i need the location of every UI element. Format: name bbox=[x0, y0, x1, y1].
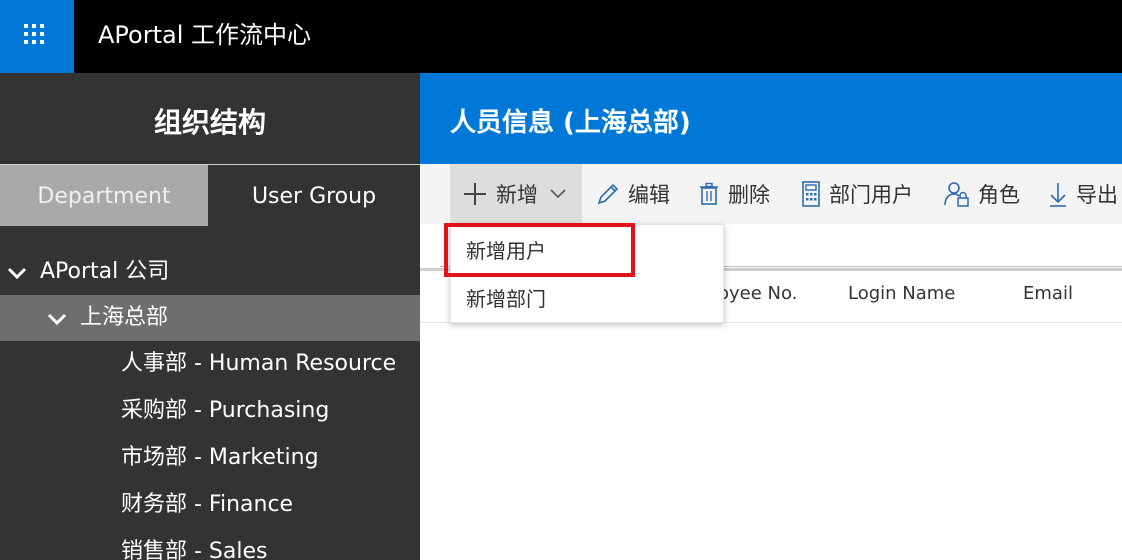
chevron-down-icon bbox=[550, 189, 566, 199]
chevron-down-icon[interactable] bbox=[6, 262, 28, 284]
tree-item-company[interactable]: APortal 公司 bbox=[0, 249, 420, 295]
new-button-label: 新增 bbox=[496, 183, 538, 207]
tree-item-label: APortal 公司 bbox=[40, 259, 170, 284]
edit-button-label: 编辑 bbox=[628, 183, 670, 207]
toolbar: 新增 编辑 删除 部门用户 角色 导出 bbox=[420, 164, 1122, 224]
dept-users-button[interactable]: 部门用户 bbox=[801, 164, 913, 224]
tree-item-label: 财务部 - Finance bbox=[121, 492, 294, 517]
highlight-box bbox=[444, 223, 635, 277]
tab-department[interactable]: Department bbox=[0, 165, 208, 226]
new-button[interactable]: 新增 bbox=[450, 164, 582, 224]
waffle-icon bbox=[24, 24, 48, 48]
tree-item-label: 人事部 - Human Resource bbox=[121, 351, 397, 376]
main-header: 人员信息 (上海总部) bbox=[420, 73, 1122, 164]
tab-user-group[interactable]: User Group bbox=[208, 165, 420, 226]
menu-item-new-department[interactable]: 新增部门 bbox=[451, 275, 723, 323]
delete-button-label: 删除 bbox=[728, 183, 770, 207]
role-button[interactable]: 角色 bbox=[944, 164, 1020, 224]
app-title: APortal 工作流中心 bbox=[98, 21, 311, 49]
page-title: 人员信息 (上海总部) bbox=[450, 108, 691, 138]
plus-icon bbox=[464, 183, 486, 205]
chevron-down-icon[interactable] bbox=[46, 308, 68, 330]
tree-item-label: 市场部 - Marketing bbox=[121, 445, 319, 470]
role-button-label: 角色 bbox=[978, 183, 1020, 207]
column-header-login-name[interactable]: Login Name bbox=[848, 283, 955, 304]
tree-item-label: 上海总部 bbox=[80, 305, 169, 330]
tree-item-marketing[interactable]: 市场部 - Marketing bbox=[0, 435, 420, 481]
top-bar: APortal 工作流中心 bbox=[0, 0, 1122, 73]
delete-button[interactable]: 删除 bbox=[698, 164, 770, 224]
dept-users-button-label: 部门用户 bbox=[829, 183, 913, 207]
column-header-email[interactable]: Email bbox=[1023, 283, 1073, 304]
tree-item-purchasing[interactable]: 采购部 - Purchasing bbox=[0, 388, 420, 434]
export-button-label: 导出 bbox=[1076, 183, 1118, 207]
download-arrow-icon bbox=[1050, 183, 1066, 207]
column-header-employee-no[interactable]: oyee No. bbox=[718, 283, 797, 304]
pencil-icon bbox=[597, 183, 619, 205]
edit-button[interactable]: 编辑 bbox=[596, 164, 670, 224]
tree-item-label: 采购部 - Purchasing bbox=[121, 398, 330, 423]
export-button[interactable]: 导出 bbox=[1048, 164, 1118, 224]
user-lock-icon bbox=[944, 182, 969, 207]
sidebar-title: 组织结构 bbox=[153, 106, 266, 139]
tree-item-shanghai-hq[interactable]: 上海总部 bbox=[0, 295, 420, 341]
tree-item-sales[interactable]: 销售部 - Sales bbox=[0, 529, 420, 560]
tree-item-finance[interactable]: 财务部 - Finance bbox=[0, 482, 420, 528]
sidebar: 组织结构 Department User Group APortal 公司 上海… bbox=[0, 73, 420, 560]
app-launcher-button[interactable] bbox=[0, 0, 74, 73]
trash-icon bbox=[700, 182, 718, 205]
tree-item-label: 销售部 - Sales bbox=[121, 539, 268, 560]
calculator-icon bbox=[802, 181, 820, 207]
tree-item-human-resource[interactable]: 人事部 - Human Resource bbox=[0, 341, 420, 387]
